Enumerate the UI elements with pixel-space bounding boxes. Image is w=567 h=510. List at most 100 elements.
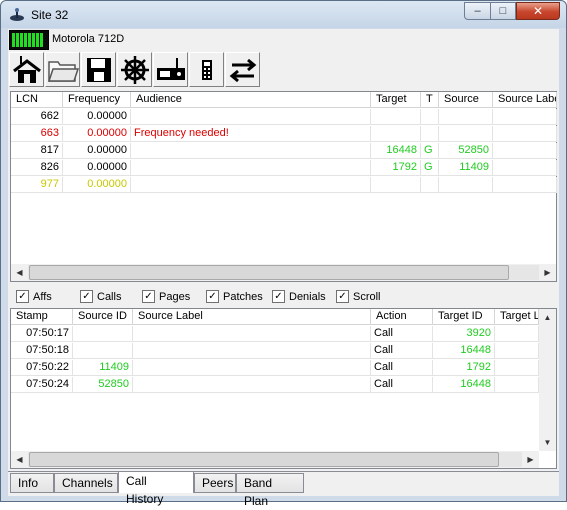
window-controls: – □ ✕: [464, 2, 560, 21]
radio-status-row: Motorola 712D: [8, 29, 559, 51]
cell-target: [371, 109, 421, 125]
cell-t: [421, 177, 439, 193]
column-header[interactable]: LCN: [11, 92, 63, 108]
home-site-button[interactable]: [9, 52, 44, 87]
scroll-left-icon[interactable]: ◀: [11, 451, 28, 468]
view-tabs: Info Channels Call History Peers Band Plan: [8, 471, 559, 508]
signal-bar: [16, 33, 19, 47]
column-header[interactable]: T: [421, 92, 439, 108]
cell-audience: [131, 177, 371, 193]
channels-horizontal-scrollbar[interactable]: ◀ ▶: [11, 264, 556, 281]
table-row[interactable]: 07:50:24 52850 Call 16448: [11, 377, 539, 394]
cell-source-id: 11409: [73, 360, 133, 376]
scroll-left-icon[interactable]: ◀: [11, 264, 28, 281]
checkbox-icon[interactable]: ✓: [142, 290, 155, 303]
client-area: Motorola 712D LCN Frequency Audience Tar…: [8, 29, 559, 508]
checkbox-icon[interactable]: ✓: [272, 290, 285, 303]
swap-button[interactable]: [225, 52, 260, 87]
cell-target: 1792: [371, 160, 421, 176]
cell-lcn: 977: [11, 177, 63, 193]
history-vertical-scrollbar[interactable]: ▲ ▼: [539, 309, 556, 451]
minimize-button[interactable]: –: [464, 2, 490, 20]
cell-label: [495, 343, 539, 359]
cell-freq: 0.00000: [63, 143, 131, 159]
scroll-thumb[interactable]: [29, 265, 509, 280]
scroll-down-icon[interactable]: ▼: [539, 434, 556, 451]
filter-label: Pages: [159, 290, 191, 303]
filter-calls[interactable]: ✓ Calls: [80, 290, 121, 303]
scroll-up-icon[interactable]: ▲: [539, 309, 556, 326]
close-button[interactable]: ✕: [516, 2, 560, 20]
cell-target-id: 1792: [433, 360, 495, 376]
filter-label: Scroll: [353, 290, 381, 303]
column-header[interactable]: Target Label: [495, 309, 539, 325]
tab-info[interactable]: Info: [10, 473, 54, 493]
cell-stamp: 07:50:24: [11, 377, 73, 393]
save-button[interactable]: [81, 52, 116, 87]
cell-t: [421, 109, 439, 125]
checkbox-icon[interactable]: ✓: [336, 290, 349, 303]
column-header[interactable]: Source Label: [133, 309, 371, 325]
cell-audience: [131, 109, 371, 125]
column-header[interactable]: Source ID: [73, 309, 133, 325]
column-header[interactable]: Source Label: [493, 92, 557, 108]
table-row[interactable]: 826 0.00000 1792 G 11409: [11, 160, 557, 177]
column-header[interactable]: Source: [439, 92, 493, 108]
radio-device-button[interactable]: [153, 52, 188, 87]
table-row[interactable]: 07:50:22 11409 Call 1792: [11, 360, 539, 377]
radio-model-label: Motorola 712D: [52, 33, 125, 45]
table-row[interactable]: 07:50:17 Call 3920: [11, 326, 539, 343]
table-row[interactable]: 663 0.00000 Frequency needed!: [11, 126, 557, 143]
home-site-icon: [12, 55, 41, 83]
checkbox-icon[interactable]: ✓: [16, 290, 29, 303]
cell-source-label: [493, 177, 557, 193]
tab-call-history[interactable]: Call History: [118, 471, 194, 506]
open-button[interactable]: [45, 52, 80, 87]
filter-patches[interactable]: ✓ Patches: [206, 290, 263, 303]
cell-source: [439, 126, 493, 142]
column-header[interactable]: Action: [371, 309, 433, 325]
tab-band-plan[interactable]: Band Plan: [236, 473, 304, 508]
table-row[interactable]: 817 0.00000 16448 G 52850: [11, 143, 557, 160]
maximize-button[interactable]: □: [490, 2, 516, 20]
history-horizontal-scrollbar[interactable]: ◀ ▶: [11, 451, 539, 468]
signal-bar: [36, 33, 39, 47]
table-row[interactable]: 977 0.00000: [11, 177, 557, 194]
column-header[interactable]: Target ID: [433, 309, 495, 325]
tab-peers[interactable]: Peers: [194, 473, 236, 493]
tab-channels[interactable]: Channels: [54, 473, 118, 493]
signal-bar: [28, 33, 31, 47]
filter-affs[interactable]: ✓ Affs: [16, 290, 52, 303]
checkbox-icon[interactable]: ✓: [80, 290, 93, 303]
cell-freq: 0.00000: [63, 109, 131, 125]
column-header[interactable]: Audience: [131, 92, 371, 108]
cell-target-id: 16448: [433, 343, 495, 359]
radio-device-icon: [156, 57, 185, 80]
filter-scroll[interactable]: ✓ Scroll: [336, 290, 381, 303]
cell-target: [371, 126, 421, 142]
site-window: Site 32 – □ ✕ Motorola 712D LCN Frequenc…: [0, 0, 567, 508]
scanner-button[interactable]: [189, 52, 224, 87]
column-header[interactable]: Target: [371, 92, 421, 108]
cell-audience: [131, 143, 371, 159]
checkbox-icon[interactable]: ✓: [206, 290, 219, 303]
scroll-right-icon[interactable]: ▶: [539, 264, 556, 281]
cell-source: 11409: [439, 160, 493, 176]
cell-lcn: 817: [11, 143, 63, 159]
scroll-thumb[interactable]: [29, 452, 499, 467]
scroll-right-icon[interactable]: ▶: [522, 451, 539, 468]
column-header[interactable]: Frequency: [63, 92, 131, 108]
filter-label: Affs: [33, 290, 52, 303]
cell-target: [371, 177, 421, 193]
cell-label: [133, 326, 371, 342]
filter-denials[interactable]: ✓ Denials: [272, 290, 326, 303]
filter-pages[interactable]: ✓ Pages: [142, 290, 190, 303]
settings-button[interactable]: [117, 52, 152, 87]
cell-source-label: [493, 160, 557, 176]
title-bar[interactable]: Site 32 – □ ✕: [1, 1, 566, 28]
cell-target: 16448: [371, 143, 421, 159]
column-header[interactable]: Stamp: [11, 309, 73, 325]
table-row[interactable]: 07:50:18 Call 16448: [11, 343, 539, 360]
table-row[interactable]: 662 0.00000: [11, 109, 557, 126]
cell-source-label: [493, 109, 557, 125]
